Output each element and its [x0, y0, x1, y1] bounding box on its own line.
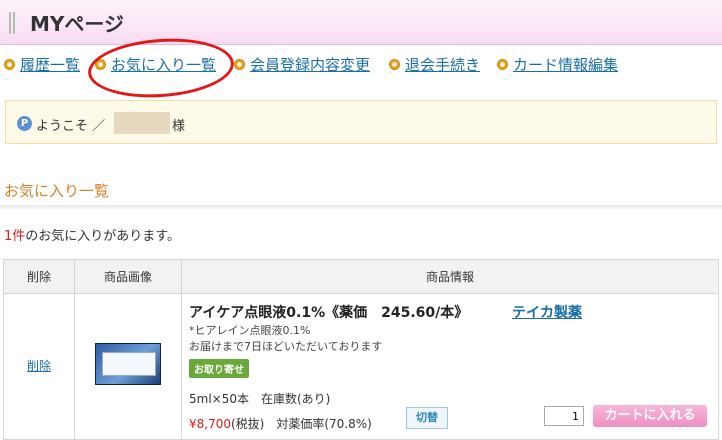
price: ¥8,700	[189, 417, 231, 431]
nav-link-profile-edit[interactable]: 会員登録内容変更	[250, 54, 370, 75]
count-number: 1件	[4, 229, 26, 244]
maker-link[interactable]: テイカ製薬	[512, 302, 582, 322]
welcome-box: P ようこそ ／ 様	[5, 100, 717, 144]
delete-link[interactable]: 削除	[4, 357, 74, 374]
product-spec: 5ml×50本 在庫数(あり)	[189, 392, 331, 406]
delete-cell: 削除	[3, 293, 75, 440]
count-text: のお気に入りがあります。	[25, 229, 180, 244]
point-icon: P	[17, 116, 32, 131]
favorites-table: 削除 商品画像 商品情報 削除 アイケア点眼液0.1%《薬価 245.60/本》…	[3, 259, 719, 440]
price-line: ¥8,700(税抜) 対薬価率(70.8%)	[189, 415, 372, 432]
table-row: 削除 アイケア点眼液0.1%《薬価 245.60/本》 テイカ製薬 *ヒアレイン…	[3, 293, 719, 440]
bullet-icon	[234, 59, 245, 70]
header-image: 商品画像	[74, 259, 182, 294]
bullet-icon	[4, 59, 15, 70]
honorific: 様	[172, 119, 186, 134]
quantity-input[interactable]	[544, 406, 584, 426]
product-name: アイケア点眼液0.1%《薬価 245.60/本》	[189, 305, 469, 321]
welcome-text: ようこそ ／	[36, 119, 106, 134]
add-to-cart-button[interactable]: カートに入れる	[593, 405, 707, 427]
price-suffix: (税抜) 対薬価率(70.8%)	[231, 417, 372, 431]
page-title: MYページ	[30, 12, 124, 36]
info-cell: アイケア点眼液0.1%《薬価 245.60/本》 テイカ製薬 *ヒアレイン点眼液…	[181, 293, 719, 440]
nav-item-card-edit[interactable]: カード情報編集	[497, 54, 618, 75]
grip-icon	[9, 12, 17, 34]
bullet-icon	[497, 59, 508, 70]
switch-button[interactable]: 切替	[406, 407, 448, 429]
nav-item-profile-edit[interactable]: 会員登録内容変更	[234, 54, 370, 75]
nav-item-withdraw[interactable]: 退会手続き	[389, 54, 480, 75]
favorites-count: 1件のお気に入りがあります。	[4, 225, 180, 244]
section-divider	[0, 205, 722, 209]
header-info: 商品情報	[181, 259, 719, 294]
header-delete: 削除	[3, 259, 75, 294]
nav-link-history[interactable]: 履歴一覧	[20, 54, 80, 75]
nav-link-card-edit[interactable]: カード情報編集	[513, 54, 618, 75]
bullet-icon	[389, 59, 400, 70]
nav-item-history[interactable]: 履歴一覧	[4, 54, 80, 75]
nav-link-withdraw[interactable]: 退会手続き	[405, 54, 480, 75]
special-order-badge: お取り寄せ	[189, 359, 249, 378]
product-package	[102, 352, 156, 376]
redacted-username	[114, 112, 170, 134]
delivery-note: お届けまで7日ほどいただいております	[189, 340, 383, 353]
image-cell	[74, 293, 182, 440]
section-title: お気に入り一覧	[4, 182, 110, 200]
title-bar: MYページ	[0, 0, 722, 45]
product-image[interactable]	[95, 343, 161, 385]
table-header-row: 削除 商品画像 商品情報	[3, 259, 719, 294]
product-equivalent: *ヒアレイン点眼液0.1%	[189, 324, 311, 337]
